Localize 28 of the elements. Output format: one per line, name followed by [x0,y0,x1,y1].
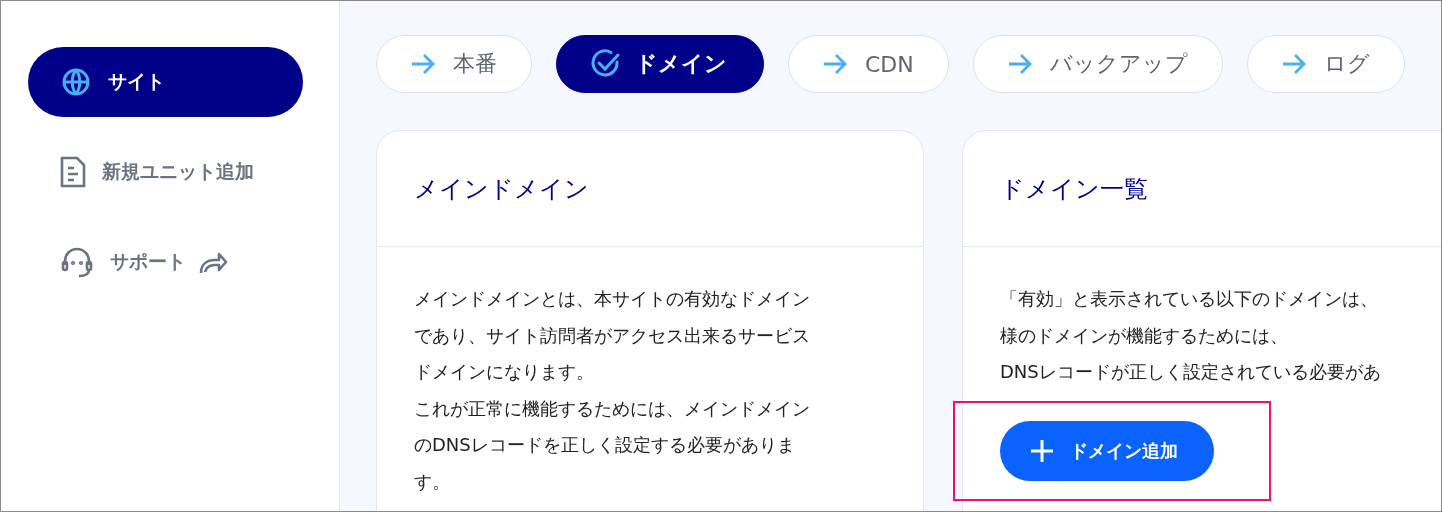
description-text: 「有効」と表示されている以下のドメインは、 [1000,288,1378,309]
tab[interactable]: バックアップ [972,35,1223,93]
description-text: これが正常に機能するためには、メインドメイン [414,397,810,419]
card-title: メインドメイン [414,173,589,205]
tab[interactable]: ドメイン [556,35,764,93]
globe-icon [60,66,92,98]
tab[interactable]: ログ [1246,35,1405,93]
document-icon [60,156,86,188]
plus-icon [1030,438,1054,463]
tab[interactable]: CDN [788,35,949,93]
tab[interactable]: 本番 [376,35,532,93]
arrow-right-icon [1281,53,1306,75]
description-text: ドメインになります。 [414,361,594,383]
sidebar-item[interactable]: 新規ユニット追加 [28,137,303,207]
headset-icon [60,245,94,279]
arrow-right-icon [823,53,847,75]
add-domain-button[interactable]: ドメイン追加 [1000,420,1214,481]
card-title: ドメイン一覧 [1000,173,1148,205]
description-text: 様のドメインが機能するためには、 [1000,324,1288,346]
description-text: す。 [414,470,450,492]
arrow-right-icon [411,53,435,75]
description-text: DNSレコードが正しく設定されている必要があ [1000,361,1381,383]
description-text: のDNSレコードを正しく設定する必要がありま [414,434,795,456]
sidebar-item[interactable]: サポート [28,227,303,297]
arrow-right-icon [1007,53,1032,75]
sidebar-item[interactable]: サイト [28,47,303,117]
description-text: であり、サイト訪問者がアクセス出来るサービス [414,324,810,346]
description-text: メインドメインとは、本サイトの有効なドメイン [414,288,810,309]
